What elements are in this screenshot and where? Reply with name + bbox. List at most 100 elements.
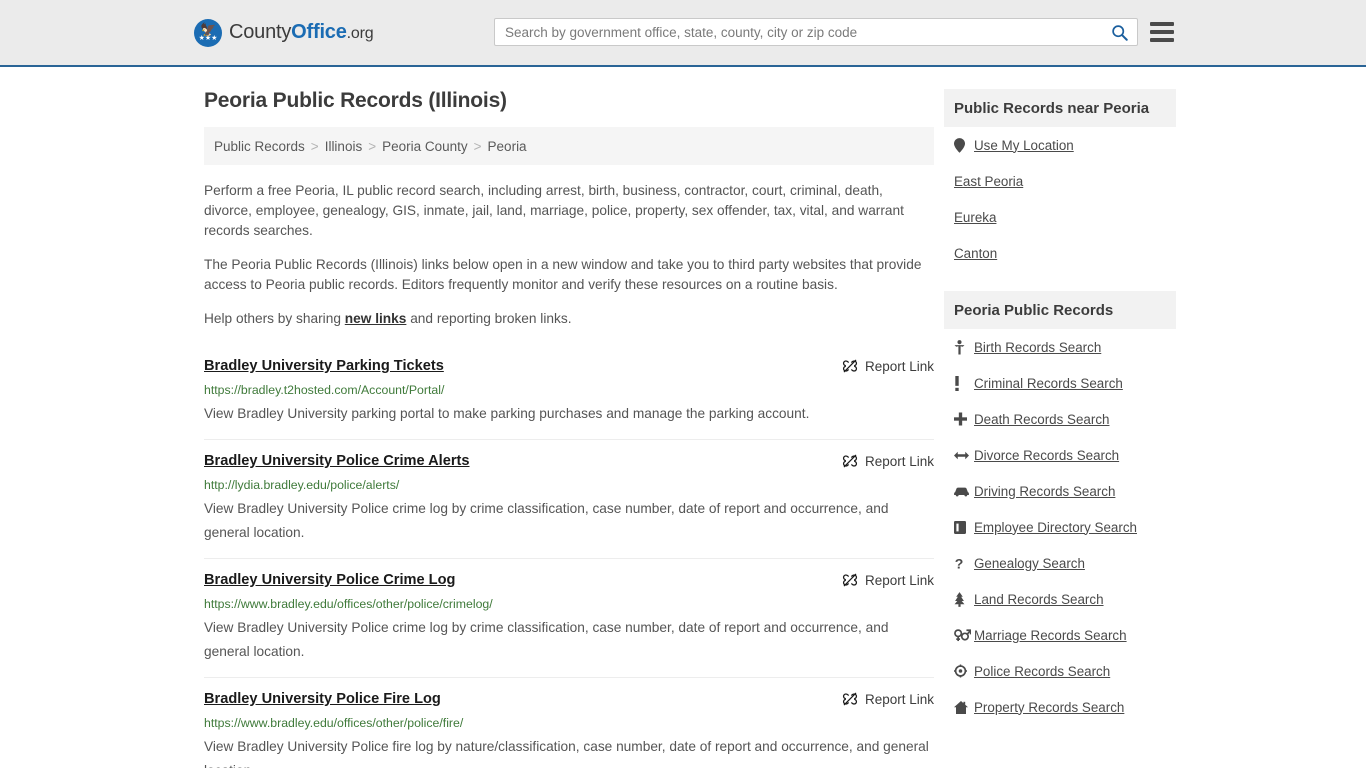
sidebar-record-label[interactable]: Death Records Search [974,412,1109,427]
sidebar-near-item[interactable]: Canton [944,235,1176,271]
breadcrumb-item-peoria-county[interactable]: Peoria County [382,139,468,154]
result-header: Bradley University Police Fire Log Report… [204,690,934,708]
sidebar-record-label[interactable]: Employee Directory Search [974,520,1137,535]
sidebar-records-list: Birth Records Search Criminal Records Sea… [944,329,1176,725]
sidebar-near-label[interactable]: Eureka [954,210,996,225]
sidebar-record-label[interactable]: Land Records Search [974,592,1104,607]
arrows-split-icon [954,450,974,461]
breadcrumb-item-public-records[interactable]: Public Records [214,139,305,154]
sidebar-record-label[interactable]: Divorce Records Search [974,448,1119,463]
broken-link-icon [842,454,858,468]
cross-icon [954,412,974,426]
sidebar-record-label[interactable]: Criminal Records Search [974,376,1123,391]
site-logo[interactable]: 🦅 ★★★ CountyOffice.org [194,18,374,47]
sidebar-near-label[interactable]: Use My Location [974,138,1074,153]
breadcrumb-separator-icon: > [473,138,482,154]
result-title-link[interactable]: Bradley University Police Fire Log [204,690,441,708]
breadcrumb-separator-icon: > [310,138,319,154]
search-input[interactable] [495,19,1101,45]
new-links-link[interactable]: new links [345,311,407,326]
breadcrumb: Public Records > Illinois > Peoria Count… [204,127,934,165]
report-link-label: Report Link [864,572,934,588]
result-url-link[interactable]: https://bradley.t2hosted.com/Account/Por… [204,383,934,397]
sidebar-near-label[interactable]: Canton [954,246,997,261]
broken-link-icon [842,692,858,706]
sidebar-record-item[interactable]: Divorce Records Search [944,437,1176,473]
result-title-link[interactable]: Bradley University Parking Tickets [204,357,444,375]
result-description: View Bradley University parking portal t… [204,406,810,421]
sidebar-record-item[interactable]: Employee Directory Search [944,509,1176,545]
page-title: Peoria Public Records (Illinois) [204,89,507,112]
brand-part-org: .org [346,25,374,42]
brand-wordmark: CountyOffice.org [229,21,374,44]
result-url-link[interactable]: http://lydia.bradley.edu/police/alerts/ [204,478,934,492]
sidebar-record-item[interactable]: Birth Records Search [944,329,1176,365]
result-url-link[interactable]: https://www.bradley.edu/offices/other/po… [204,597,934,611]
sidebar-record-label[interactable]: Driving Records Search [974,484,1115,499]
hamburger-menu-icon-bar [1150,30,1174,34]
tree-icon [954,591,974,607]
brand-part-office: Office [291,21,347,43]
sidebar-near-label[interactable]: East Peoria [954,174,1023,189]
breadcrumb-separator-icon: > [368,138,377,154]
search-bar [494,18,1138,46]
sidebar-record-item[interactable]: Death Records Search [944,401,1176,437]
breadcrumb-item-peoria[interactable]: Peoria [488,139,527,154]
sidebar-heading-near: Public Records near Peoria [944,89,1176,127]
sidebar-card-records: Peoria Public Records Birth Records Sear… [944,291,1176,725]
share-text-before: Help others by sharing [204,311,345,326]
intro-paragraph-2: The Peoria Public Records (Illinois) lin… [204,257,922,292]
broken-link-icon [842,573,858,587]
sidebar-record-item[interactable]: ? Genealogy Search [944,545,1176,581]
search-icon [1111,24,1128,41]
sidebar: Public Records near Peoria Use My Locati… [944,67,1176,768]
intro-paragraph-3: Help others by sharing new links and rep… [204,309,934,329]
report-link-button[interactable]: Report Link [842,691,934,707]
hamburger-menu-icon-bar [1150,38,1174,42]
sidebar-heading-records: Peoria Public Records [944,291,1176,329]
result-item: Bradley University Police Crime Log Repor… [204,558,934,677]
search-button[interactable] [1101,19,1137,45]
sidebar-record-item[interactable]: Marriage Records Search [944,617,1176,653]
result-title-link[interactable]: Bradley University Police Crime Alerts [204,452,470,470]
sidebar-near-item[interactable]: Eureka [944,199,1176,235]
result-item: Bradley University Police Crime Alerts Re… [204,439,934,558]
police-badge-icon [954,664,974,678]
sidebar-record-label[interactable]: Genealogy Search [974,556,1085,571]
main-column: Peoria Public Records (Illinois) Public … [204,67,934,768]
sidebar-record-label[interactable]: Marriage Records Search [974,628,1127,643]
hamburger-menu-button[interactable] [1150,20,1174,44]
sidebar-near-item[interactable]: East Peoria [944,163,1176,199]
car-icon [954,486,974,497]
report-link-label: Report Link [864,453,934,469]
svg-text:?: ? [955,556,964,571]
share-text-after: and reporting broken links. [406,311,572,326]
report-link-button[interactable]: Report Link [842,358,934,374]
baby-icon [954,339,974,355]
sidebar-record-item[interactable]: Property Records Search [944,689,1176,725]
broken-link-icon [842,359,858,373]
report-link-label: Report Link [864,358,934,374]
sidebar-near-item[interactable]: Use My Location [944,127,1176,163]
results-list: Bradley University Parking Tickets Report… [204,343,934,768]
eagle-shield-logo-icon: 🦅 ★★★ [194,18,222,47]
page-body: Peoria Public Records (Illinois) Public … [0,67,1366,768]
sidebar-record-label[interactable]: Police Records Search [974,664,1110,679]
sidebar-record-item[interactable]: Criminal Records Search [944,365,1176,401]
house-icon [954,700,974,714]
venus-mars-icon [954,628,974,642]
result-item: Bradley University Parking Tickets Report… [204,343,934,439]
result-item: Bradley University Police Fire Log Report… [204,677,934,768]
result-header: Bradley University Police Crime Log Repor… [204,571,934,589]
report-link-button[interactable]: Report Link [842,572,934,588]
sidebar-record-label[interactable]: Birth Records Search [974,340,1101,355]
sidebar-record-item[interactable]: Driving Records Search [944,473,1176,509]
sidebar-record-item[interactable]: Land Records Search [944,581,1176,617]
result-title-link[interactable]: Bradley University Police Crime Log [204,571,455,589]
result-header: Bradley University Parking Tickets Report… [204,357,934,375]
result-url-link[interactable]: https://www.bradley.edu/offices/other/po… [204,716,934,730]
sidebar-record-label[interactable]: Property Records Search [974,700,1124,715]
report-link-button[interactable]: Report Link [842,453,934,469]
sidebar-record-item[interactable]: Police Records Search [944,653,1176,689]
breadcrumb-item-illinois[interactable]: Illinois [325,139,363,154]
